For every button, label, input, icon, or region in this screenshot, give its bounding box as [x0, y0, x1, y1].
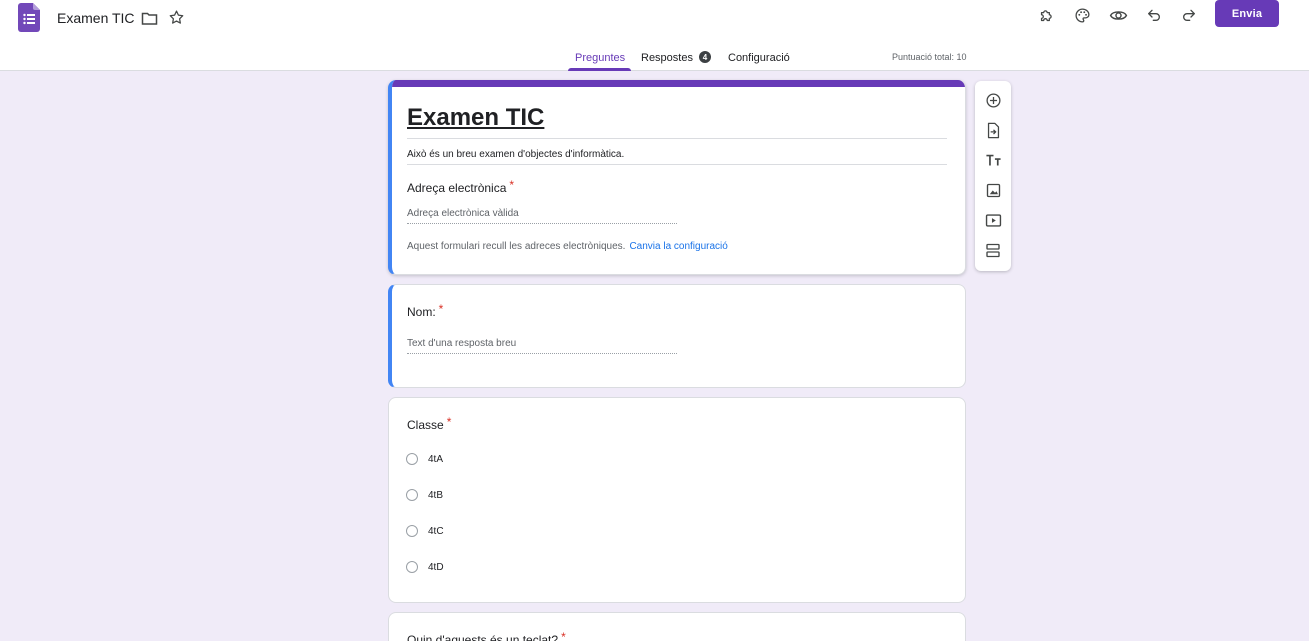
radio-option[interactable]: 4tC: [406, 523, 444, 539]
tab-questions[interactable]: Preguntes: [575, 51, 625, 65]
document-title[interactable]: Examen TIC: [57, 9, 135, 27]
question-card-class[interactable]: Classe * 4tA 4tB 4tC 4tD: [388, 397, 966, 603]
send-button[interactable]: Envia: [1215, 0, 1279, 27]
question-title: Nom: *: [407, 302, 444, 319]
tab-settings[interactable]: Configuració: [728, 51, 790, 65]
radio-circle[interactable]: [406, 525, 418, 537]
radio-option[interactable]: 4tB: [406, 487, 443, 503]
email-collection-text: Aquest formulari recull les adreces elec…: [407, 241, 626, 252]
form-title-card[interactable]: Examen TIC Això és un breu examen d'obje…: [388, 80, 966, 275]
option-label: 4tA: [428, 453, 444, 465]
question-title: Quin d'aquests és un teclat? *: [407, 630, 566, 641]
title-card-accent-bar: [392, 80, 965, 87]
change-settings-link[interactable]: Canvia la configuració: [629, 241, 727, 252]
tab-responses[interactable]: Respostes: [641, 51, 693, 65]
star-icon[interactable]: [167, 8, 185, 26]
radio-option[interactable]: 4tA: [406, 451, 443, 467]
folder-icon[interactable]: [140, 9, 158, 27]
email-question-label: Adreça electrònica: [407, 181, 507, 195]
palette-icon[interactable]: [1072, 5, 1092, 25]
add-question-icon[interactable]: [983, 90, 1003, 110]
top-bar: Examen TIC Envia Preguntes Respostes 4 C…: [0, 0, 1309, 71]
addon-puzzle-icon[interactable]: [1036, 5, 1056, 25]
question-label: Quin d'aquests és un teclat?: [407, 633, 559, 641]
email-question: Adreça electrònica *: [407, 178, 515, 195]
required-asterisk: *: [446, 415, 452, 429]
question-card-keyboard[interactable]: Quin d'aquests és un teclat? *: [388, 612, 966, 641]
question-label: Nom:: [407, 305, 436, 319]
email-input[interactable]: Adreça electrònica vàlida: [407, 205, 677, 224]
radio-option[interactable]: 4tD: [406, 559, 444, 575]
forms-logo-icon[interactable]: [18, 3, 40, 32]
add-title-icon[interactable]: [983, 150, 1003, 170]
total-score: Puntuació total: 10: [892, 52, 967, 62]
form-title[interactable]: Examen TIC: [407, 104, 544, 132]
radio-circle[interactable]: [406, 489, 418, 501]
responses-count-badge: 4: [699, 51, 711, 63]
undo-icon[interactable]: [1144, 5, 1164, 25]
add-video-icon[interactable]: [983, 210, 1003, 230]
radio-circle[interactable]: [406, 561, 418, 573]
redo-icon[interactable]: [1179, 5, 1199, 25]
required-asterisk: *: [561, 630, 566, 641]
option-label: 4tD: [428, 561, 444, 573]
description-divider: [407, 164, 947, 165]
preview-eye-icon[interactable]: [1108, 5, 1128, 25]
email-collection-note: Aquest formulari recull les adreces elec…: [407, 241, 728, 252]
question-title: Classe *: [407, 415, 452, 432]
form-description[interactable]: Això és un breu examen d'objectes d'info…: [407, 149, 624, 160]
radio-circle[interactable]: [406, 453, 418, 465]
question-card-name[interactable]: Nom: * Text d'una resposta breu: [388, 284, 966, 388]
add-image-icon[interactable]: [983, 180, 1003, 200]
option-label: 4tC: [428, 525, 444, 537]
question-toolbar: [975, 81, 1011, 271]
required-asterisk: *: [509, 178, 515, 192]
import-questions-icon[interactable]: [983, 120, 1003, 140]
active-tab-indicator: [568, 68, 631, 71]
option-label: 4tB: [428, 489, 444, 501]
required-asterisk: *: [438, 302, 444, 316]
title-divider: [407, 138, 947, 139]
add-section-icon[interactable]: [983, 240, 1003, 260]
short-answer-input[interactable]: Text d'una resposta breu: [407, 335, 677, 354]
question-label: Classe: [407, 418, 444, 432]
